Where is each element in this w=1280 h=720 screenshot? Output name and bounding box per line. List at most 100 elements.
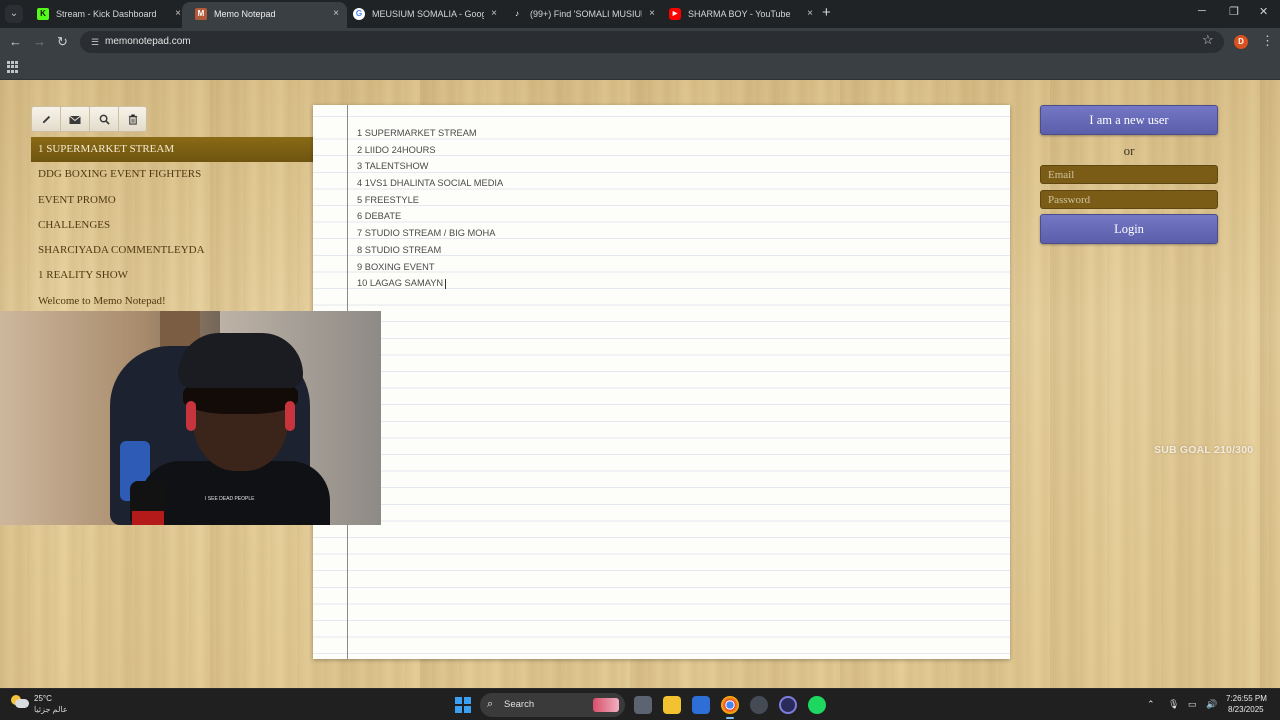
- editor-line: 9 BOXING EVENT: [357, 261, 435, 272]
- login-button[interactable]: Login: [1040, 214, 1218, 244]
- or-separator: or: [1123, 143, 1135, 158]
- youtube-icon: ▶: [669, 8, 681, 20]
- site-settings-icon[interactable]: ☰: [88, 35, 102, 49]
- search-highlight-image: [593, 698, 619, 712]
- minimize-icon[interactable]: ─: [1198, 5, 1206, 17]
- notes-list: 1 SUPERMARKET STREAM DDG BOXING EVENT FI…: [31, 137, 313, 314]
- email-field[interactable]: [1040, 165, 1218, 184]
- editor-line: 4 1VS1 DHALINTA SOCIAL MEDIA: [357, 178, 504, 189]
- headphone-left: [186, 401, 196, 431]
- weather-temperature[interactable]: 25°C: [34, 694, 52, 703]
- kick-icon: K: [37, 8, 49, 20]
- reload-icon[interactable]: ↻: [57, 33, 68, 51]
- tab-title: Memo Notepad: [214, 9, 276, 19]
- google-icon: G: [353, 8, 365, 20]
- new-user-button[interactable]: I am a new user: [1040, 105, 1218, 135]
- edit-pencil-icon[interactable]: [31, 106, 60, 132]
- spotify-icon[interactable]: [808, 696, 826, 714]
- headphone-right: [285, 401, 295, 431]
- browser-toolbar: ← → ↻ ☰ memonotepad.com ☆ D ⋮: [0, 28, 1280, 56]
- editor-line-current: 10 LAGAG SAMAYN: [357, 275, 997, 292]
- streamer-cap: [178, 333, 303, 388]
- editor-line: 1 SUPERMARKET STREAM: [357, 128, 477, 138]
- task-view-icon[interactable]: [634, 696, 652, 714]
- note-editor-text[interactable]: 1 SUPERMARKET STREAM 2 LIIDO 24HOURS 3 T…: [357, 125, 997, 292]
- tiktok-icon: ♪: [511, 8, 523, 20]
- browser-tab-bar: ⌄ K Stream - Kick Dashboard × M Memo Not…: [0, 0, 1280, 28]
- close-icon[interactable]: ×: [333, 2, 339, 26]
- note-item[interactable]: DDG BOXING EVENT FIGHTERS: [31, 162, 313, 187]
- tab-title: (99+) Find 'SOMALI MUSIUM M: [530, 9, 642, 19]
- close-icon[interactable]: ×: [807, 2, 813, 26]
- tab-tiktok[interactable]: ♪ (99+) Find 'SOMALI MUSIUM M ×: [498, 2, 663, 28]
- weather-partly-cloudy-icon[interactable]: [11, 695, 29, 709]
- new-tab-button[interactable]: +: [822, 4, 831, 22]
- bookmark-star-icon[interactable]: ☆: [1202, 32, 1214, 48]
- tab-search-menu-button[interactable]: ⌄: [5, 5, 23, 23]
- tab-title: Stream - Kick Dashboard: [56, 9, 157, 19]
- note-item[interactable]: 1 SUPERMARKET STREAM: [31, 137, 313, 163]
- microphone-icon[interactable]: 🎙: [1168, 699, 1179, 710]
- microphone-ring: [132, 511, 164, 525]
- app-ring-icon[interactable]: [779, 696, 797, 714]
- note-item[interactable]: CHALLENGES: [31, 213, 313, 238]
- note-editor[interactable]: 1 SUPERMARKET STREAM 2 LIIDO 24HOURS 3 T…: [313, 105, 1010, 659]
- editor-line: 2 LIIDO 24HOURS: [357, 144, 436, 155]
- editor-line: 6 DEBATE: [357, 211, 402, 222]
- search-icon: ⌕: [487, 698, 494, 710]
- editor-line: 8 STUDIO STREAM: [357, 244, 442, 255]
- text-caret: [445, 278, 447, 289]
- back-arrow-icon[interactable]: ←: [9, 33, 22, 51]
- browser-menu-icon[interactable]: ⋮: [1261, 33, 1274, 49]
- windows-taskbar: 25°C عالم جزئيا ⌕ Search ⌃ 🎙 ▭ 🔊 7:26:55…: [0, 688, 1280, 720]
- note-toolbar: [31, 106, 147, 132]
- password-field[interactable]: [1040, 190, 1218, 209]
- editor-line: 5 FREESTYLE: [357, 194, 420, 205]
- close-icon[interactable]: ×: [491, 2, 497, 26]
- tab-youtube[interactable]: ▶ SHARMA BOY - YouTube ×: [656, 2, 821, 28]
- note-item[interactable]: SHARCIYADA COMMENTLEYDA: [31, 238, 313, 263]
- tab-google-search[interactable]: G MEUSIUM SOMALIA - Google S ×: [340, 2, 505, 28]
- tray-overflow-icon[interactable]: ⌃: [1147, 699, 1155, 710]
- address-text[interactable]: memonotepad.com: [105, 31, 191, 53]
- file-explorer-icon[interactable]: [663, 696, 681, 714]
- editor-line-text: 10 LAGAG SAMAYN: [357, 278, 444, 289]
- memo-notepad-page: 1 SUPERMARKET STREAM DDG BOXING EVENT FI…: [0, 80, 1280, 688]
- bookmarks-bar: [0, 56, 1280, 80]
- tab-title: SHARMA BOY - YouTube: [688, 9, 791, 19]
- forward-arrow-icon[interactable]: →: [33, 33, 46, 51]
- restore-icon[interactable]: ❐: [1229, 5, 1239, 18]
- search-icon[interactable]: [89, 106, 118, 132]
- editor-line: 3 TALENTSHOW: [357, 161, 429, 172]
- trash-icon[interactable]: [118, 106, 147, 132]
- chrome-icon[interactable]: [721, 696, 739, 719]
- tab-title: MEUSIUM SOMALIA - Google S: [372, 9, 484, 19]
- profile-avatar[interactable]: D: [1234, 35, 1248, 49]
- apps-grid-icon[interactable]: [7, 61, 19, 73]
- taskbar-search-label: Search: [504, 699, 535, 710]
- tab-memo-notepad[interactable]: M Memo Notepad ×: [182, 2, 347, 28]
- obs-icon[interactable]: [750, 696, 768, 714]
- note-item[interactable]: 1 REALITY SHOW: [31, 263, 313, 288]
- microsoft-store-icon[interactable]: [692, 696, 710, 714]
- tab-kick-dashboard[interactable]: K Stream - Kick Dashboard ×: [24, 2, 189, 28]
- webcam-overlay: I SEE DEAD PEOPLE: [0, 311, 381, 525]
- shirt-print: I SEE DEAD PEOPLE: [205, 496, 255, 502]
- close-icon[interactable]: ×: [649, 2, 655, 26]
- close-window-icon[interactable]: ✕: [1259, 5, 1268, 18]
- address-bar[interactable]: ☰ memonotepad.com: [80, 31, 1224, 53]
- note-item[interactable]: EVENT PROMO: [31, 188, 313, 213]
- editor-line: 7 STUDIO STREAM / BIG MOHA: [357, 228, 496, 239]
- volume-icon[interactable]: 🔊: [1206, 699, 1217, 710]
- memo-notepad-icon: M: [195, 8, 207, 20]
- weather-description[interactable]: عالم جزئيا: [34, 705, 68, 714]
- auth-panel: I am a new user or Login: [1040, 105, 1218, 244]
- close-icon[interactable]: ×: [175, 2, 181, 26]
- clock-time[interactable]: 7:26:55 PM: [1226, 694, 1267, 703]
- email-envelope-icon[interactable]: [60, 106, 89, 132]
- taskbar-search[interactable]: ⌕ Search: [480, 693, 625, 717]
- sub-goal-overlay: SUB GOAL 210/300: [1154, 444, 1254, 456]
- windows-start-icon[interactable]: [455, 697, 471, 713]
- network-icon[interactable]: ▭: [1188, 699, 1197, 710]
- clock-date[interactable]: 8/23/2025: [1228, 705, 1264, 714]
